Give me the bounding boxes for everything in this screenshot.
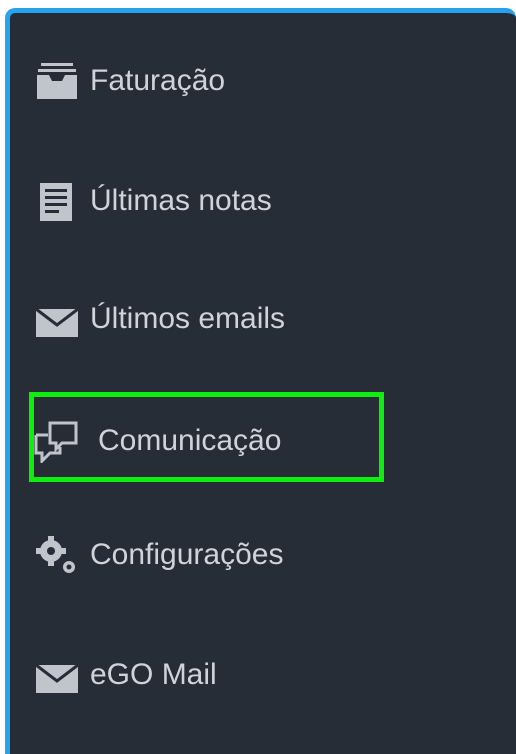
menu-item-label: Últimas notas [90, 184, 272, 217]
envelope-icon [32, 650, 82, 700]
sidebar-menu: Faturação Últimas notas Últimos emails C… [10, 13, 516, 754]
menu-item-label: eGO Mail [90, 658, 217, 691]
envelope-icon [32, 294, 82, 344]
archive-tray-icon [32, 56, 82, 106]
menu-item-label: Últimos emails [90, 302, 286, 335]
menu-item-label: Configurações [90, 538, 284, 571]
menu-item-label: Comunicação [98, 424, 282, 457]
sidebar-panel: Faturação Últimas notas Últimos emails C… [5, 8, 516, 754]
menu-item-configuracoes[interactable]: Configurações [32, 525, 283, 585]
chat-bubbles-icon [32, 416, 82, 466]
menu-item-faturacao[interactable]: Faturação [32, 51, 225, 111]
menu-item-label: Faturação [90, 64, 226, 97]
menu-item-comunicacao[interactable]: Comunicação [32, 411, 281, 471]
menu-item-ultimos-emails[interactable]: Últimos emails [32, 289, 285, 349]
menu-item-ultimas-notas[interactable]: Últimas notas [32, 171, 272, 231]
gears-icon [32, 530, 82, 580]
note-document-icon [32, 176, 82, 226]
menu-item-ego-mail[interactable]: eGO Mail [32, 645, 217, 705]
